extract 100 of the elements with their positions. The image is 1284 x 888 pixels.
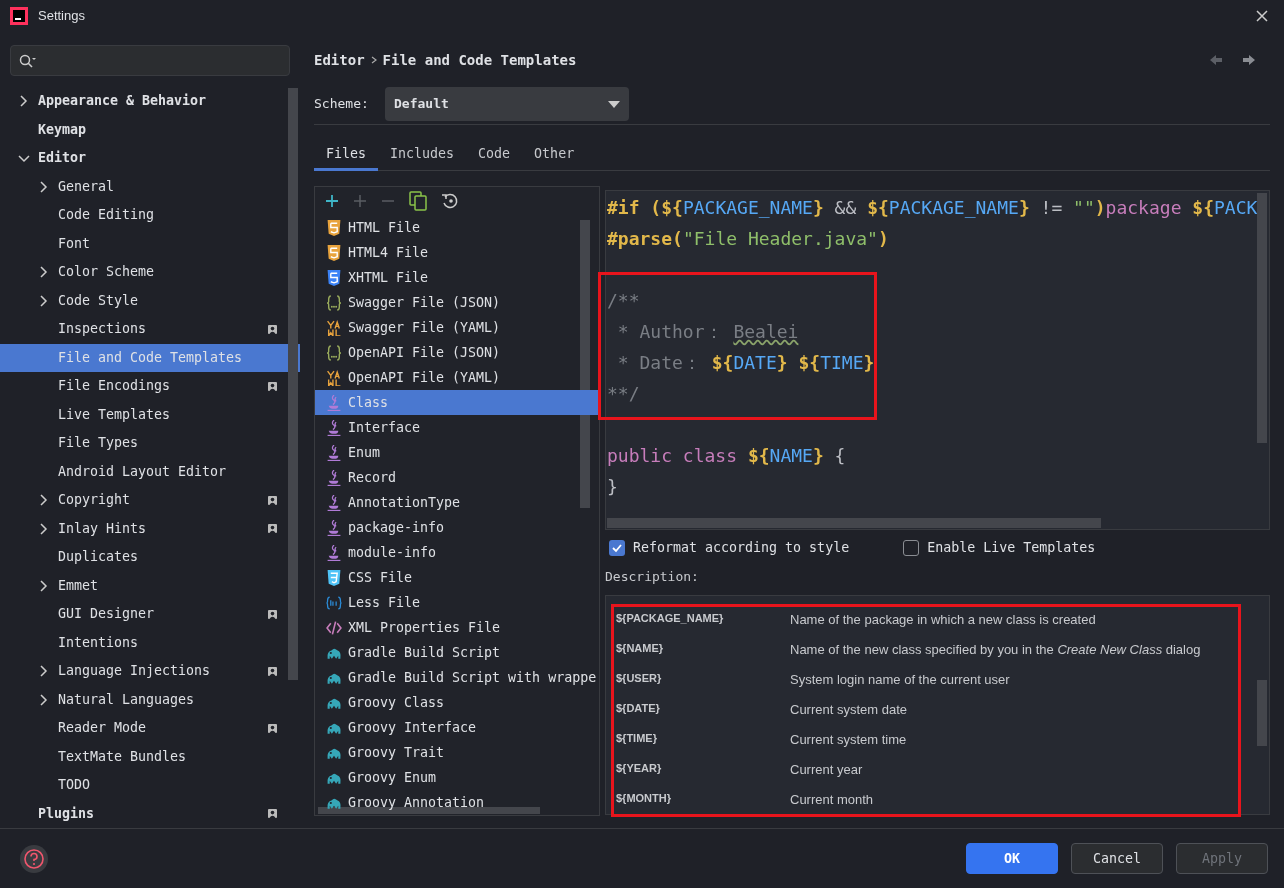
tree-item-label: Inspections: [58, 320, 147, 339]
tab[interactable]: Includes: [378, 139, 467, 171]
template-item[interactable]: Gradle Build Script: [315, 640, 599, 665]
variable-description: System login name of the current user: [790, 671, 1010, 690]
tree-item-label: Code Style: [58, 291, 139, 310]
template-item[interactable]: Groovy Enum: [315, 765, 599, 790]
tree-item-label: Duplicates: [58, 548, 139, 567]
forward-arrow-icon[interactable]: [1242, 54, 1256, 66]
tree-item-label: TODO: [58, 776, 91, 795]
braces-icon: [326, 344, 342, 361]
variable-description: Current month: [790, 791, 874, 810]
scrollbar[interactable]: [1257, 193, 1267, 443]
coffee-cup-icon: [326, 394, 342, 411]
app-logo-icon: [10, 7, 28, 25]
template-item[interactable]: XHTML File: [315, 265, 599, 290]
help-icon[interactable]: [20, 844, 48, 873]
yaml-icon: [326, 319, 342, 336]
code-line: * Date： ${DATE} ${TIME}: [616, 351, 876, 375]
tree-item-label: Intentions: [58, 633, 139, 652]
html-shield-icon: [326, 219, 342, 236]
code-line: #parse("File Header.java"): [607, 227, 890, 251]
variable-name: ${NAME}: [616, 640, 665, 656]
dialog-button[interactable]: OK: [966, 843, 1058, 874]
tree-item-label: Code Editing: [58, 206, 155, 225]
checkbox-label: Reformat according to style: [633, 539, 850, 558]
tree-item-label: Live Templates: [58, 405, 171, 424]
template-item[interactable]: Swagger File (YAML): [315, 315, 599, 340]
tree-item-label: General: [58, 177, 115, 196]
template-item[interactable]: CSS File: [315, 565, 599, 590]
variable-name: ${YEAR}: [616, 760, 663, 776]
coffee-cup-icon: [326, 419, 342, 436]
scrollbar[interactable]: [288, 88, 298, 680]
braces-icon: [326, 294, 342, 311]
tree-item-label: Reader Mode: [58, 719, 147, 738]
tree-item-label: File and Code Templates: [58, 348, 243, 367]
coffee-cup-icon: [326, 519, 342, 536]
scrollbar[interactable]: [607, 518, 1101, 528]
tree-item-label: File Types: [58, 434, 139, 453]
close-icon[interactable]: [1256, 10, 1268, 22]
template-item[interactable]: OpenAPI File (JSON): [315, 340, 599, 365]
copy-icon[interactable]: [409, 191, 427, 211]
scheme-dropdown[interactable]: Default: [385, 87, 629, 121]
tree-item-label: File Encodings: [58, 377, 171, 396]
code-line: #if (${PACKAGE_NAME} && ${PACKAGE_NAME} != "")package ${PACK: [607, 196, 1259, 220]
html-shield-icon: [326, 244, 342, 261]
tree-item-label: TextMate Bundles: [58, 747, 187, 766]
variable-description: Current year: [790, 761, 863, 780]
checkbox[interactable]: [903, 540, 920, 556]
template-item[interactable]: Enum: [315, 440, 599, 465]
tree-item-label: Emmet: [58, 576, 99, 595]
template-item[interactable]: package-info: [315, 515, 599, 540]
tree-item-label: Language Injections: [58, 662, 211, 681]
template-item[interactable]: Gradle Build Script with wrappe: [315, 665, 599, 690]
template-item[interactable]: Groovy Class: [315, 690, 599, 715]
template-item[interactable]: AnnotationType: [315, 490, 599, 515]
checkbox[interactable]: [609, 540, 625, 556]
variable-name: ${DATE}: [616, 700, 661, 716]
tab[interactable]: Other: [522, 139, 587, 171]
variable-description: Current system time: [790, 731, 907, 750]
tree-item-label: GUI Designer: [58, 605, 155, 624]
scheme-label: Scheme:: [314, 95, 370, 114]
template-item[interactable]: Less File: [315, 590, 599, 615]
tree-item-label: Android Layout Editor: [58, 462, 227, 481]
code-line: }: [607, 475, 619, 499]
template-item[interactable]: module-info: [315, 540, 599, 565]
tab[interactable]: Code: [466, 139, 523, 171]
reset-icon[interactable]: [441, 192, 459, 210]
template-item[interactable]: HTML4 File: [315, 240, 599, 265]
breadcrumb-current: File and Code Templates: [382, 50, 577, 70]
template-item[interactable]: Groovy Annotation: [315, 790, 599, 815]
description-label: Description:: [605, 568, 700, 586]
template-item[interactable]: Record: [315, 465, 599, 490]
search-icon: [19, 53, 37, 68]
tree-item-label: Color Scheme: [58, 263, 155, 282]
code-line: * Author： Bealei: [616, 320, 800, 344]
tree-item-label: Appearance & Behavior: [38, 92, 207, 111]
template-item[interactable]: Interface: [315, 415, 599, 440]
tree-item-label: Inlay Hints: [58, 519, 147, 538]
checkmark-icon: [611, 542, 623, 554]
tree-item-label: Natural Languages: [58, 690, 195, 709]
back-arrow-icon[interactable]: [1209, 54, 1223, 66]
breadcrumb-link[interactable]: Editor: [314, 49, 365, 71]
template-item[interactable]: XML Properties File: [315, 615, 599, 640]
tree-item-label: Font: [58, 234, 91, 253]
variable-description: Name of the package in which a new class is created: [790, 611, 1096, 630]
template-item[interactable]: Swagger File (JSON): [315, 290, 599, 315]
add-icon[interactable]: [325, 194, 339, 208]
variable-name: ${TIME}: [616, 730, 658, 746]
add-child-icon[interactable]: [353, 194, 367, 208]
dialog-button[interactable]: Cancel: [1071, 843, 1163, 874]
scrollbar[interactable]: [1257, 680, 1267, 746]
template-item[interactable]: OpenAPI File (YAML): [315, 365, 599, 390]
tab[interactable]: Files: [314, 139, 379, 171]
template-item[interactable]: Groovy Interface: [315, 715, 599, 740]
search-field[interactable]: [10, 45, 290, 76]
coffee-cup-icon: [326, 444, 342, 461]
scrollbar[interactable]: [580, 220, 590, 508]
template-item[interactable]: HTML File: [315, 215, 599, 240]
dropdown-caret-icon: [608, 100, 620, 108]
template-item[interactable]: Groovy Trait: [315, 740, 599, 765]
